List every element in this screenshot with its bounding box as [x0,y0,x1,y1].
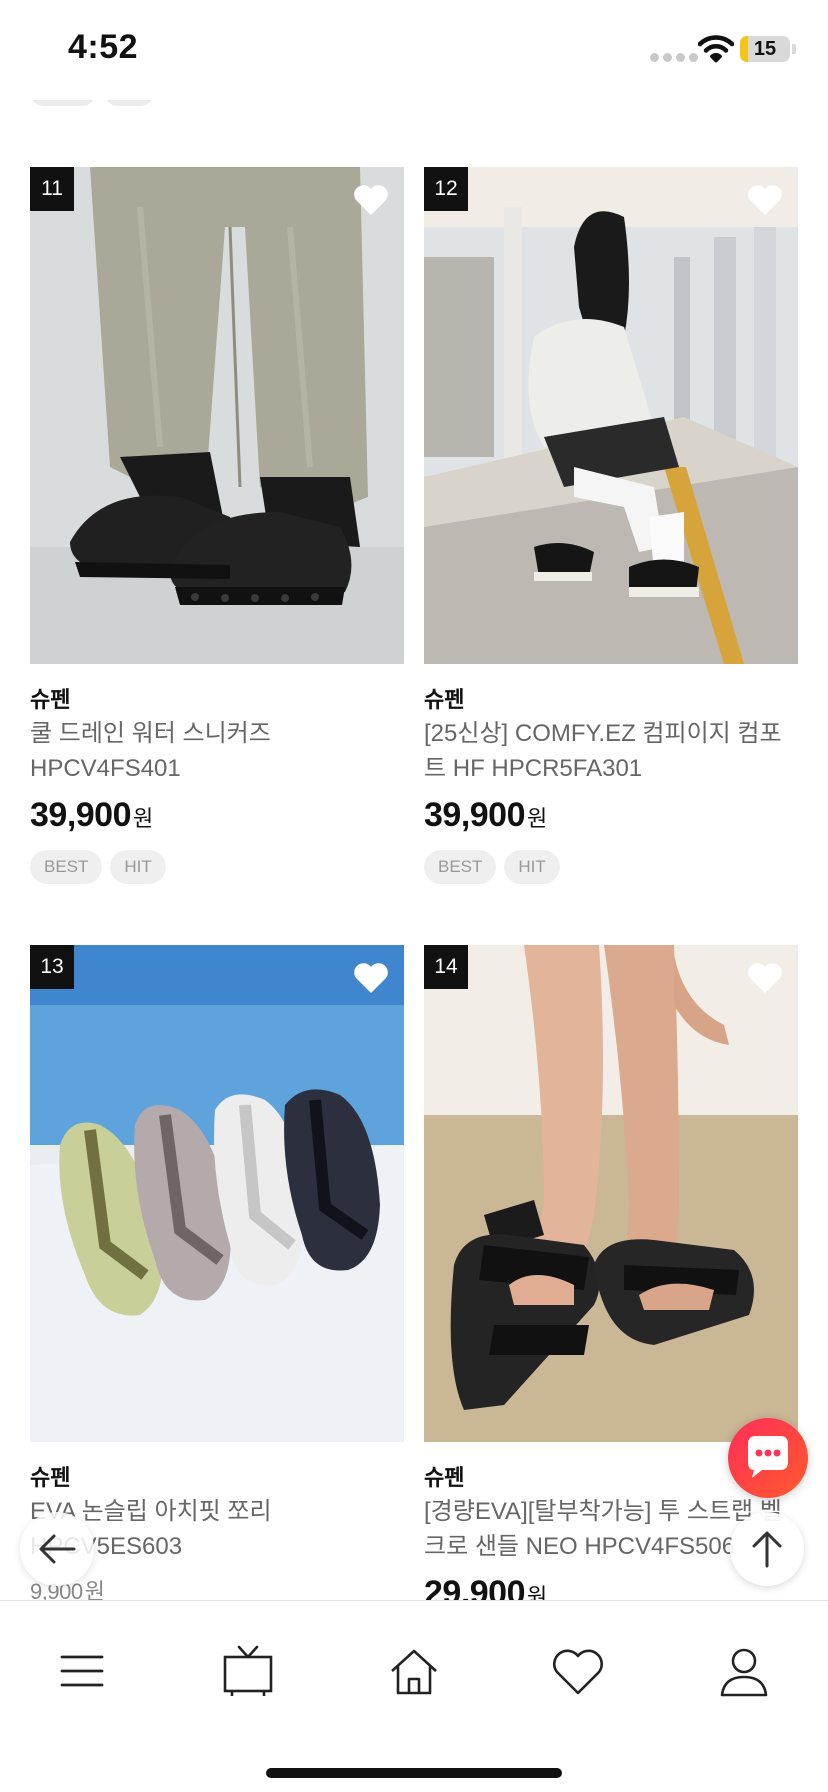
battery-level: 15 [753,38,777,60]
heart-icon [553,1649,603,1695]
sneakers-photo [30,167,404,664]
battery-cap [792,44,796,54]
product-image[interactable]: 12 [424,167,798,664]
rank-badge: 14 [424,945,468,989]
rank-badge: 12 [424,167,468,211]
price-currency: 원 [527,806,548,831]
scroll-to-top-button[interactable] [730,1512,804,1586]
nav-menu[interactable] [52,1641,112,1701]
user-icon [720,1648,768,1697]
status-time: 4:52 [68,28,139,66]
rank-badge: 13 [30,945,74,989]
menu-icon [60,1655,104,1687]
product-tags: BEST HIT [30,850,404,884]
tag-best: BEST [424,850,497,884]
product-brand: 슈펜 [30,1465,71,1490]
chat-bubble-icon [748,1436,788,1478]
tag-hit: HIT [504,850,560,884]
nav-wishlist[interactable] [548,1641,608,1701]
product-image[interactable]: 14 [424,945,798,1442]
product-tags: BEST HIT [424,850,798,884]
chat-button[interactable] [728,1418,808,1498]
tv-icon [223,1645,273,1696]
tag-best: BEST [30,850,103,884]
product-card[interactable]: 12 슈펜 [25신상] COMFY.EZ 컴피이지 컴포트 HF HPCR5F… [424,167,798,884]
home-indicator [266,1768,562,1778]
woman-sitting-photo [424,167,798,664]
product-card[interactable]: 11 슈펜 쿨 드레인 워터 스니커즈 HPCV4FS401 39,900원 B… [30,167,404,884]
wishlist-heart-icon[interactable] [352,183,390,217]
cellular-signal-icon [650,53,698,62]
product-brand: 슈펜 [424,687,465,712]
sandals-photo [424,945,798,1442]
wishlist-heart-icon[interactable] [352,961,390,995]
back-button[interactable] [20,1512,94,1586]
product-image[interactable]: 13 [30,945,404,1442]
arrow-up-icon [752,1531,782,1568]
wifi-icon [698,35,734,63]
flip-flops-photo [30,945,404,1442]
product-brand: 슈펜 [30,687,71,712]
battery-icon: 15 [740,36,790,62]
product-image[interactable]: 11 [30,167,404,664]
status-bar: 4:52 15 [0,0,828,100]
price-value: 39,900 [30,796,132,834]
wishlist-heart-icon[interactable] [746,183,784,217]
home-icon [391,1649,437,1695]
product-name[interactable]: [25신상] COMFY.EZ 컴피이지 컴포트 HF HPCR5FA301 [424,716,798,786]
arrow-left-icon [39,1534,76,1564]
price-currency: 원 [133,806,154,831]
nav-home[interactable] [384,1641,444,1701]
nav-mypage[interactable] [714,1641,774,1701]
bottom-navigation [0,1600,828,1792]
rank-badge: 11 [30,167,74,211]
wishlist-heart-icon[interactable] [746,961,784,995]
product-price: 39,900원 [424,796,798,836]
tag-hit: HIT [110,850,166,884]
price-value: 39,900 [424,796,526,834]
nav-live[interactable] [218,1641,278,1701]
product-name[interactable]: 쿨 드레인 워터 스니커즈 HPCV4FS401 [30,716,404,786]
product-price: 39,900원 [30,796,404,836]
